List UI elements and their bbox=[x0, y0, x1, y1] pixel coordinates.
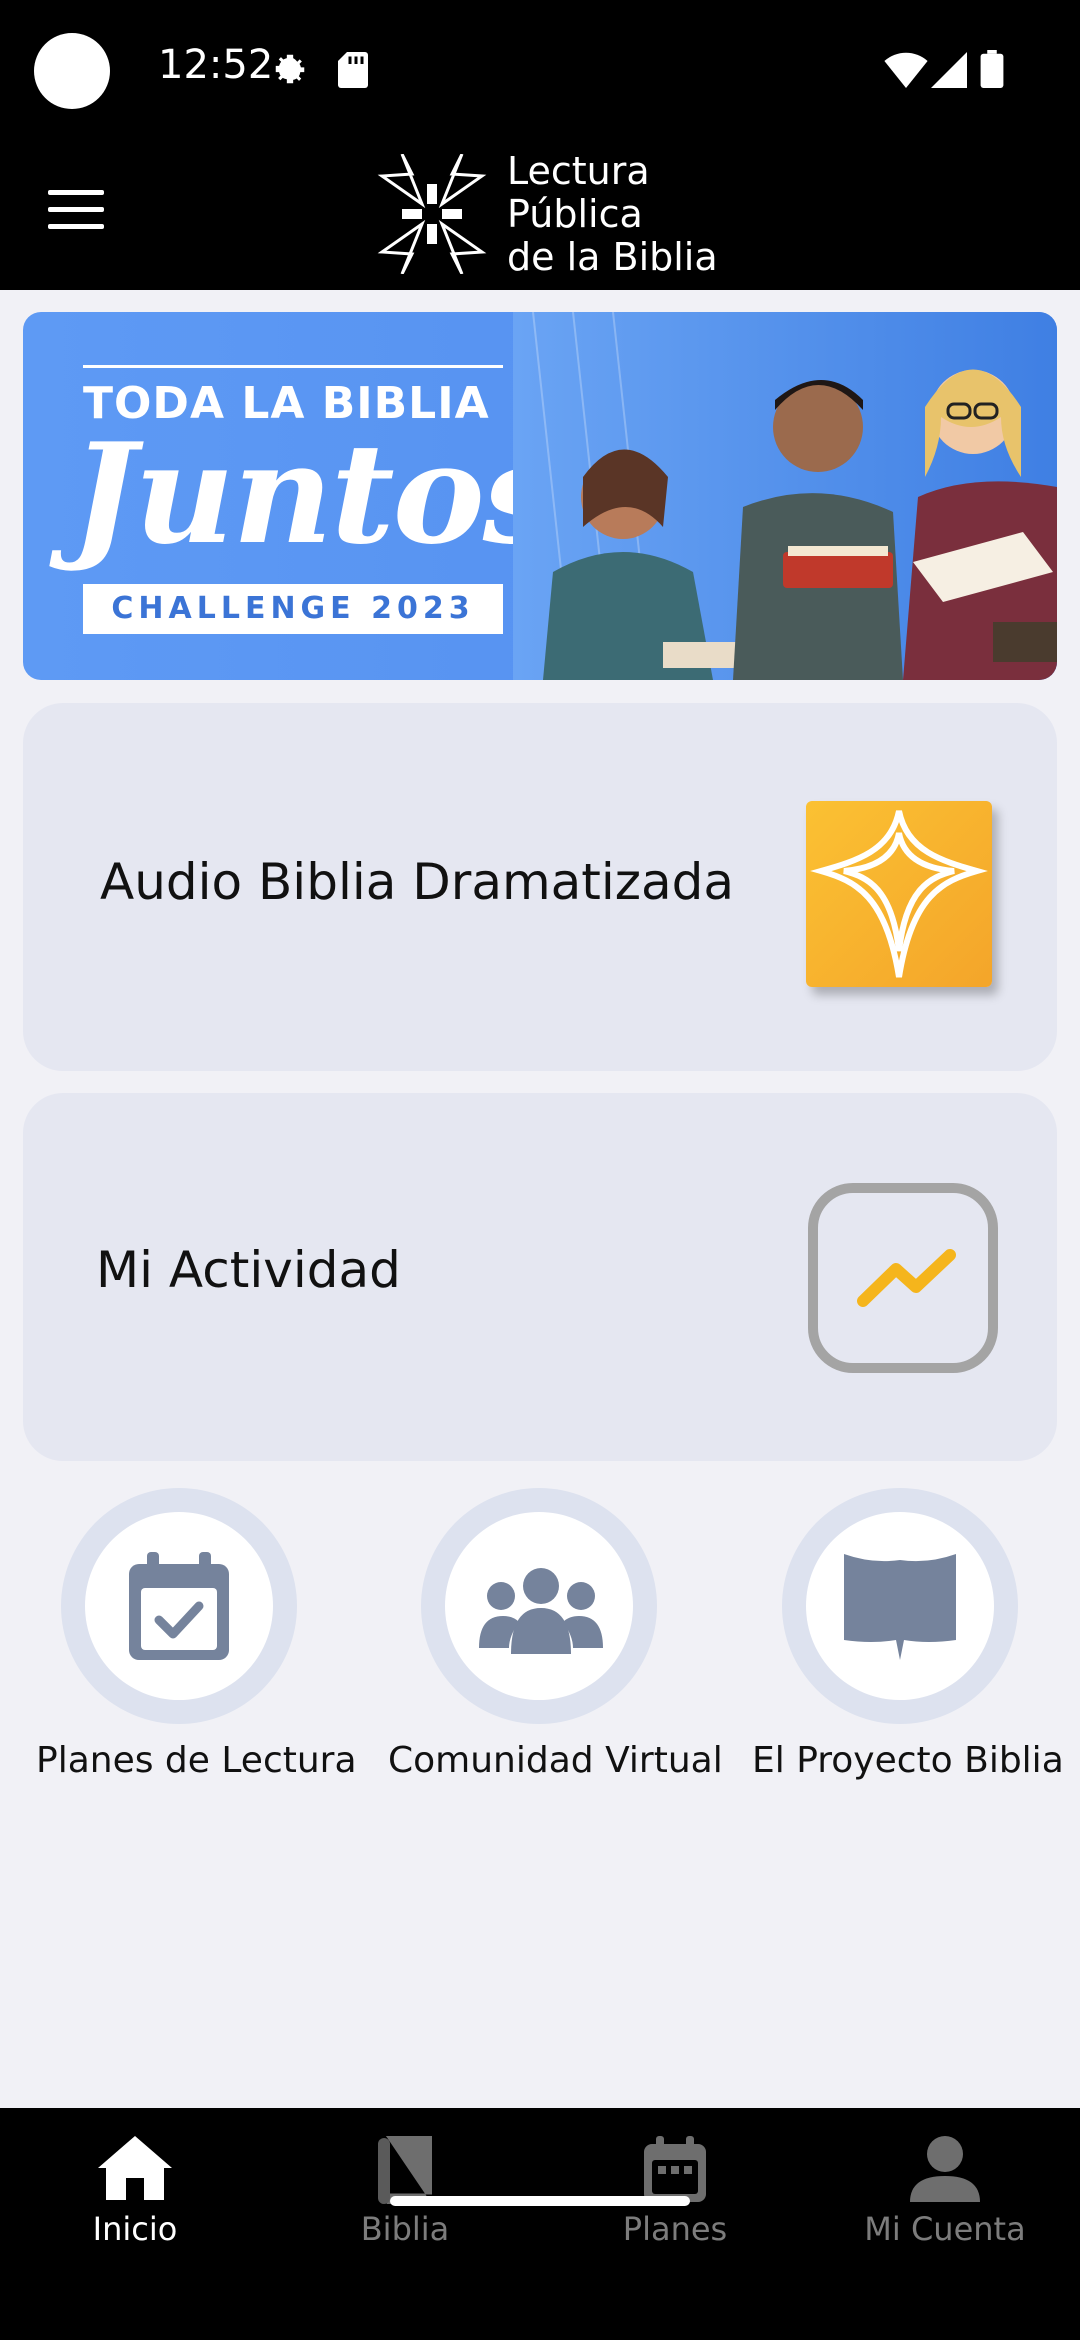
sd-card-icon bbox=[338, 52, 368, 88]
menu-icon-line bbox=[48, 207, 104, 212]
camera-cutout bbox=[34, 33, 110, 109]
logo-line: Lectura bbox=[507, 149, 650, 193]
bottom-navigation: Inicio Biblia Planes Mi Cuenta bbox=[0, 2108, 1080, 2340]
nav-label: Planes bbox=[622, 2210, 728, 2248]
logo-line: de la Biblia bbox=[507, 235, 718, 279]
bible-project-label: El Proyecto Biblia bbox=[752, 1740, 1064, 1781]
quick-link-circle bbox=[85, 1512, 273, 1700]
audio-bible-card[interactable]: Audio Biblia Dramatizada bbox=[23, 703, 1057, 1071]
logo-line: Pública bbox=[507, 192, 643, 236]
menu-icon-line bbox=[48, 224, 104, 229]
calendar-icon bbox=[644, 2136, 706, 2202]
book-icon bbox=[378, 2136, 432, 2204]
menu-icon-line bbox=[48, 190, 104, 195]
banner-divider bbox=[83, 365, 503, 368]
calendar-check-icon bbox=[129, 1552, 229, 1660]
audio-bible-label: Audio Biblia Dramatizada bbox=[100, 853, 735, 911]
logo-text: Lectura Pública de la Biblia bbox=[507, 150, 718, 279]
app-bar: Lectura Pública de la Biblia bbox=[0, 142, 1080, 290]
banner-script-title: Juntos bbox=[71, 412, 560, 575]
nav-home[interactable]: Inicio bbox=[0, 2126, 270, 2266]
phone-screen: 12:52 Lectura Pública de la Biblia TODA … bbox=[0, 0, 1080, 2340]
challenge-banner[interactable]: TODA LA BIBLIA Juntos CHALLENGE 2023 bbox=[23, 312, 1057, 680]
home-content: TODA LA BIBLIA Juntos CHALLENGE 2023 Aud… bbox=[0, 290, 1080, 2108]
reading-plans-label: Planes de Lectura bbox=[36, 1740, 357, 1781]
cross-app-icon bbox=[806, 801, 992, 987]
banner-subtitle: CHALLENGE 2023 bbox=[83, 584, 503, 634]
settings-icon bbox=[275, 54, 305, 84]
nav-label: Inicio bbox=[92, 2210, 178, 2248]
wifi-icon bbox=[884, 52, 928, 88]
battery-icon bbox=[980, 50, 1004, 88]
status-bar: 12:52 bbox=[0, 0, 1080, 142]
nav-label: Mi Cuenta bbox=[864, 2210, 1026, 2248]
virtual-community-label: Comunidad Virtual bbox=[388, 1740, 723, 1781]
status-time: 12:52 bbox=[158, 42, 274, 88]
my-activity-card[interactable]: Mi Actividad bbox=[23, 1093, 1057, 1461]
home-icon bbox=[98, 2136, 172, 2200]
my-activity-label: Mi Actividad bbox=[96, 1241, 401, 1299]
nav-label: Biblia bbox=[360, 2210, 450, 2248]
home-indicator[interactable] bbox=[390, 2196, 690, 2206]
activity-chart-icon bbox=[808, 1183, 998, 1373]
open-book-icon bbox=[844, 1554, 956, 1660]
signal-icon bbox=[931, 52, 967, 88]
quick-link-circle bbox=[806, 1512, 994, 1700]
quick-link-circle bbox=[445, 1512, 633, 1700]
banner-people-photo bbox=[513, 312, 1057, 680]
person-icon bbox=[910, 2136, 980, 2202]
users-icon bbox=[479, 1568, 603, 1654]
nav-account[interactable]: Mi Cuenta bbox=[810, 2126, 1080, 2266]
menu-button[interactable] bbox=[48, 190, 104, 230]
logo-icon bbox=[377, 154, 487, 274]
